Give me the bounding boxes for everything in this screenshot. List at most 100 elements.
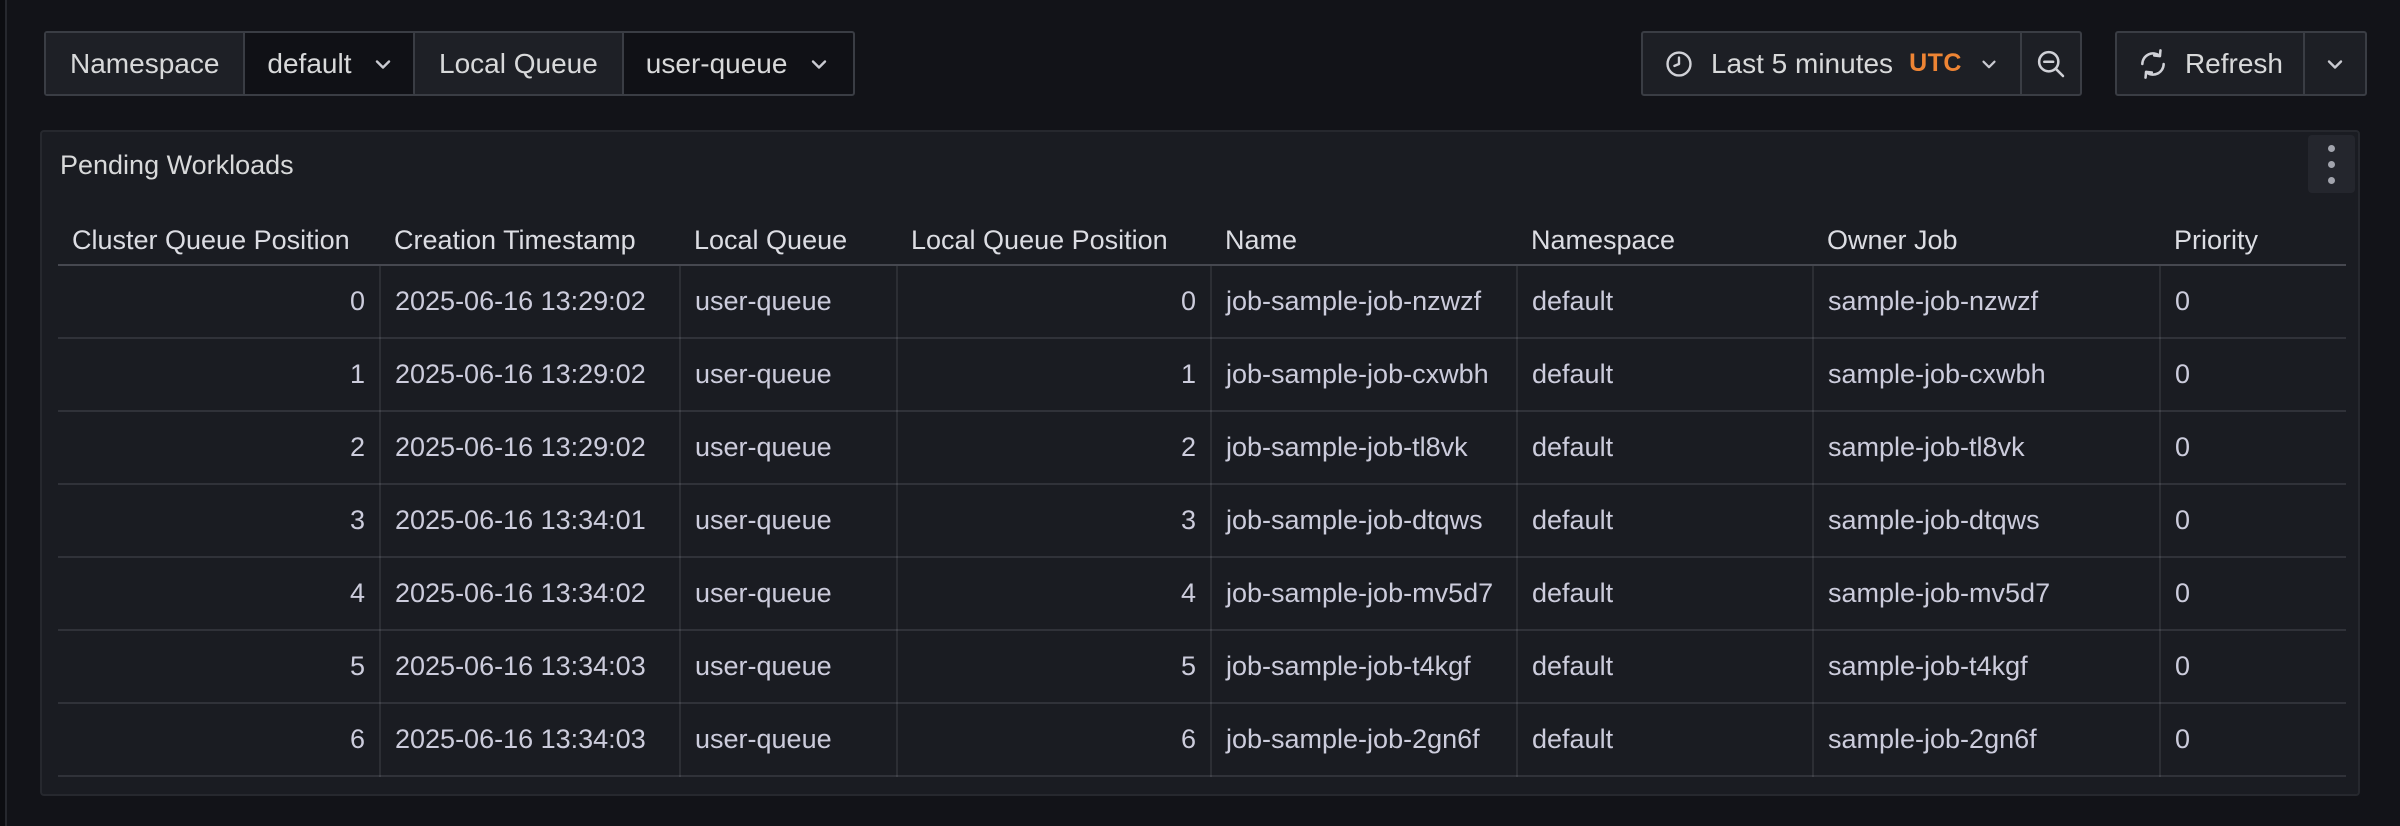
cell-namespace: default (1517, 265, 1813, 338)
cell-cluster-queue-position: 0 (58, 265, 380, 338)
cell-local-queue-position: 1 (897, 338, 1211, 411)
refresh-icon (2137, 48, 2169, 80)
cell-local-queue: user-queue (680, 557, 897, 630)
cell-local-queue: user-queue (680, 630, 897, 703)
table-header-row: Cluster Queue PositionCreation Timestamp… (58, 216, 2346, 265)
cell-local-queue: user-queue (680, 338, 897, 411)
cell-priority: 0 (2160, 338, 2346, 411)
cell-owner-job: sample-job-t4kgf (1813, 630, 2160, 703)
chevron-down-icon (807, 52, 831, 76)
cell-name: job-sample-job-tl8vk (1211, 411, 1517, 484)
cell-creation-timestamp: 2025-06-16 13:34:03 (380, 703, 680, 776)
cell-namespace: default (1517, 484, 1813, 557)
toolbar-right: Last 5 minutes UTC Refresh (1641, 31, 2367, 96)
page-left-edge (0, 0, 7, 826)
variable-namespace-value: default (267, 48, 351, 80)
cell-local-queue: user-queue (680, 265, 897, 338)
time-zoom-out-button[interactable] (2020, 33, 2080, 94)
variable-local-queue-value: user-queue (646, 48, 788, 80)
refresh-controls: Refresh (2115, 31, 2367, 96)
column-header-local-queue[interactable]: Local Queue (680, 216, 897, 265)
panel-title[interactable]: Pending Workloads (60, 132, 294, 198)
pending-workloads-table: Cluster Queue PositionCreation Timestamp… (58, 216, 2346, 777)
cell-owner-job: sample-job-dtqws (1813, 484, 2160, 557)
column-header-namespace[interactable]: Namespace (1517, 216, 1813, 265)
refresh-button-label: Refresh (2185, 48, 2283, 80)
cell-cluster-queue-position: 6 (58, 703, 380, 776)
cell-cluster-queue-position: 2 (58, 411, 380, 484)
time-range-picker[interactable]: Last 5 minutes UTC (1643, 33, 2020, 94)
cell-owner-job: sample-job-tl8vk (1813, 411, 2160, 484)
time-controls: Last 5 minutes UTC (1641, 31, 2082, 96)
zoom-out-icon (2035, 48, 2067, 80)
cell-priority: 0 (2160, 630, 2346, 703)
cell-cluster-queue-position: 5 (58, 630, 380, 703)
table-container: Cluster Queue PositionCreation Timestamp… (58, 216, 2346, 777)
cell-local-queue: user-queue (680, 703, 897, 776)
refresh-button[interactable]: Refresh (2117, 33, 2303, 94)
column-header-owner-job[interactable]: Owner Job (1813, 216, 2160, 265)
cell-name: job-sample-job-dtqws (1211, 484, 1517, 557)
cell-local-queue-position: 5 (897, 630, 1211, 703)
time-range-label: Last 5 minutes (1711, 48, 1893, 80)
cell-local-queue-position: 6 (897, 703, 1211, 776)
cell-creation-timestamp: 2025-06-16 13:29:02 (380, 265, 680, 338)
table-row: 12025-06-16 13:29:02user-queue1job-sampl… (58, 338, 2346, 411)
variable-namespace-label: Namespace (46, 33, 245, 94)
cell-namespace: default (1517, 411, 1813, 484)
column-header-creation-timestamp[interactable]: Creation Timestamp (380, 216, 680, 265)
cell-local-queue-position: 4 (897, 557, 1211, 630)
cell-priority: 0 (2160, 703, 2346, 776)
cell-owner-job: sample-job-cxwbh (1813, 338, 2160, 411)
column-header-name[interactable]: Name (1211, 216, 1517, 265)
cell-creation-timestamp: 2025-06-16 13:34:02 (380, 557, 680, 630)
cell-owner-job: sample-job-nzwzf (1813, 265, 2160, 338)
cell-namespace: default (1517, 338, 1813, 411)
clock-icon (1663, 48, 1695, 80)
cell-priority: 0 (2160, 557, 2346, 630)
chevron-down-icon (2323, 52, 2347, 76)
table-row: 02025-06-16 13:29:02user-queue0job-sampl… (58, 265, 2346, 338)
column-header-cluster-queue-position[interactable]: Cluster Queue Position (58, 216, 380, 265)
table-row: 32025-06-16 13:34:01user-queue3job-sampl… (58, 484, 2346, 557)
cell-cluster-queue-position: 4 (58, 557, 380, 630)
panel-menu-button[interactable] (2308, 135, 2355, 193)
refresh-interval-dropdown[interactable] (2303, 33, 2365, 94)
cell-creation-timestamp: 2025-06-16 13:29:02 (380, 411, 680, 484)
cell-creation-timestamp: 2025-06-16 13:34:03 (380, 630, 680, 703)
cell-local-queue: user-queue (680, 484, 897, 557)
table-row: 22025-06-16 13:29:02user-queue2job-sampl… (58, 411, 2346, 484)
cell-creation-timestamp: 2025-06-16 13:29:02 (380, 338, 680, 411)
cell-owner-job: sample-job-mv5d7 (1813, 557, 2160, 630)
cell-name: job-sample-job-nzwzf (1211, 265, 1517, 338)
table-row: 42025-06-16 13:34:02user-queue4job-sampl… (58, 557, 2346, 630)
cell-priority: 0 (2160, 411, 2346, 484)
cell-priority: 0 (2160, 265, 2346, 338)
pending-workloads-panel: Pending Workloads Cluster Queue Position… (40, 130, 2360, 796)
variable-namespace: Namespace default (44, 31, 419, 96)
cell-namespace: default (1517, 703, 1813, 776)
variable-local-queue: Local Queue user-queue (413, 31, 855, 96)
cell-owner-job: sample-job-2gn6f (1813, 703, 2160, 776)
variable-namespace-select[interactable]: default (245, 33, 417, 94)
column-header-local-queue-position[interactable]: Local Queue Position (897, 216, 1211, 265)
cell-local-queue-position: 0 (897, 265, 1211, 338)
variable-local-queue-label: Local Queue (415, 33, 624, 94)
kebab-menu-icon (2328, 145, 2335, 184)
cell-name: job-sample-job-cxwbh (1211, 338, 1517, 411)
chevron-down-icon (1978, 53, 2000, 75)
cell-cluster-queue-position: 1 (58, 338, 380, 411)
variable-local-queue-select[interactable]: user-queue (624, 33, 854, 94)
cell-namespace: default (1517, 557, 1813, 630)
cell-priority: 0 (2160, 484, 2346, 557)
column-header-priority[interactable]: Priority (2160, 216, 2346, 265)
chevron-down-icon (371, 52, 395, 76)
timezone-label: UTC (1909, 49, 1962, 78)
cell-local-queue-position: 3 (897, 484, 1211, 557)
cell-local-queue: user-queue (680, 411, 897, 484)
cell-local-queue-position: 2 (897, 411, 1211, 484)
cell-creation-timestamp: 2025-06-16 13:34:01 (380, 484, 680, 557)
cell-name: job-sample-job-mv5d7 (1211, 557, 1517, 630)
table-row: 52025-06-16 13:34:03user-queue5job-sampl… (58, 630, 2346, 703)
cell-name: job-sample-job-2gn6f (1211, 703, 1517, 776)
